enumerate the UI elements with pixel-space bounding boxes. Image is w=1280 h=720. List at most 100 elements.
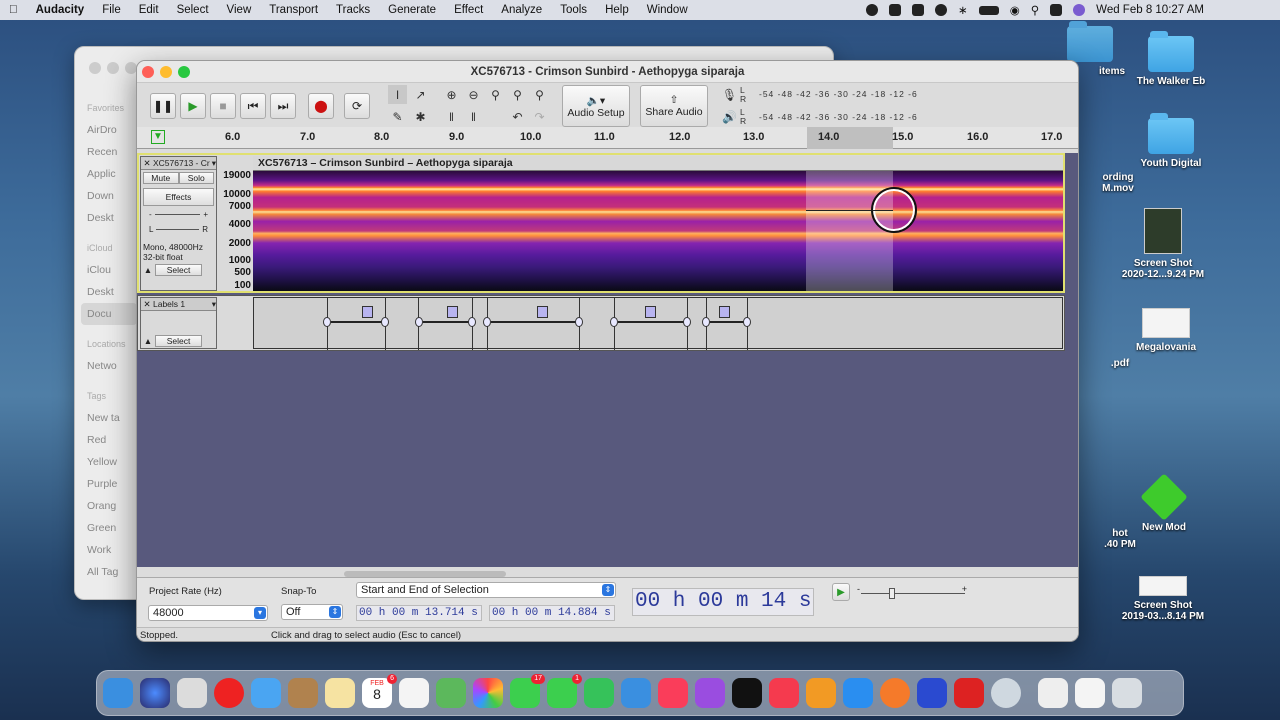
- timeline-ruler[interactable]: ▼ 6.0 7.0 8.0 9.0 10.0 11.0 12.0 13.0 14…: [137, 127, 1078, 149]
- photos-icon[interactable]: [473, 678, 503, 708]
- select-labels-button[interactable]: Select: [155, 335, 202, 347]
- tag-work[interactable]: Work: [87, 539, 137, 561]
- record-meter[interactable]: LR: [740, 86, 747, 104]
- desktop-new-mod[interactable]: New Mod: [1114, 473, 1214, 533]
- label-box[interactable]: [645, 306, 656, 318]
- minimize-button[interactable]: [160, 66, 172, 78]
- keynote-icon[interactable]: [621, 678, 651, 708]
- podcasts-icon[interactable]: [695, 678, 725, 708]
- menu-tracks[interactable]: Tracks: [327, 4, 379, 16]
- envelope-tool[interactable]: ↗: [411, 85, 430, 104]
- clip-title[interactable]: XC576713 – Crimson Sunbird – Aethopyga s…: [253, 156, 1063, 171]
- record-button[interactable]: ⬤: [308, 93, 334, 119]
- desktop-screenshot-2019[interactable]: Screen Shot 2019-03...8.14 PM: [1113, 576, 1213, 622]
- menu-clock[interactable]: Wed Feb 8 10:27 AM: [1096, 4, 1204, 16]
- audio-position-time[interactable]: 00 h 00 m 14 s: [632, 588, 814, 616]
- sidebar-item-icloud-desktop[interactable]: Deskt: [87, 281, 137, 303]
- skip-start-button[interactable]: ⏮: [240, 93, 266, 119]
- play-at-speed-button[interactable]: ▶: [832, 583, 850, 601]
- solo-button[interactable]: Solo: [178, 172, 214, 184]
- cloud-icon[interactable]: [889, 4, 902, 16]
- collapse-icon[interactable]: ▲: [141, 265, 155, 275]
- selection-start-time[interactable]: 00 h 00 m 13.714 s: [356, 605, 482, 621]
- label-handle[interactable]: [323, 317, 331, 327]
- menu-edit[interactable]: Edit: [130, 4, 168, 16]
- label-box[interactable]: [537, 306, 548, 318]
- desktop-screenshot-2020[interactable]: Screen Shot 2020-12...9.24 PM: [1113, 208, 1213, 280]
- mail-icon[interactable]: [251, 678, 281, 708]
- track-name-menu[interactable]: XC576713 - Cr: [153, 158, 212, 168]
- zoom-in-button[interactable]: ⊕: [442, 85, 461, 104]
- quicktime-icon[interactable]: [991, 678, 1021, 708]
- label-box[interactable]: [362, 306, 373, 318]
- bluetooth-icon[interactable]: ∗: [958, 3, 968, 17]
- label-handle[interactable]: [381, 317, 389, 327]
- trash-icon[interactable]: [1112, 678, 1142, 708]
- battery-icon[interactable]: [978, 5, 999, 15]
- wifi-icon[interactable]: ◉: [1010, 3, 1020, 17]
- music-icon[interactable]: [658, 678, 688, 708]
- gain-slider[interactable]: - +: [149, 210, 208, 219]
- menu-app-name[interactable]: Audacity: [27, 4, 94, 16]
- sidebar-item-recents[interactable]: Recen: [87, 141, 137, 163]
- sidebar-item-icloud[interactable]: iClou: [87, 259, 137, 281]
- label-handle[interactable]: [743, 317, 751, 327]
- menu-view[interactable]: View: [218, 4, 261, 16]
- slider-thumb[interactable]: [889, 588, 895, 599]
- collapse-icon[interactable]: ▲: [141, 336, 155, 346]
- books-icon[interactable]: [806, 678, 836, 708]
- tag-orange[interactable]: Orang: [87, 495, 137, 517]
- effects-button[interactable]: Effects: [143, 188, 214, 206]
- calendar-icon[interactable]: FEB 8 6: [362, 674, 397, 708]
- loop-button[interactable]: ⟳: [344, 93, 370, 119]
- maps-icon[interactable]: [436, 678, 466, 708]
- apple-tv-icon[interactable]: [732, 678, 762, 708]
- close-track-icon[interactable]: ✕: [141, 158, 153, 169]
- contacts-icon[interactable]: [288, 678, 318, 708]
- close-button[interactable]: [142, 66, 154, 78]
- label-handle[interactable]: [483, 317, 491, 327]
- snap-to-select[interactable]: Off ⇕: [281, 604, 343, 620]
- multi-tool[interactable]: ✱: [411, 107, 430, 126]
- spectrogram[interactable]: [253, 171, 1063, 291]
- stop-button[interactable]: ■: [210, 93, 236, 119]
- selection-tool[interactable]: I: [388, 85, 407, 104]
- tag-purple[interactable]: Purple: [87, 473, 137, 495]
- close-track-icon[interactable]: ✕: [141, 299, 153, 310]
- selection-end-time[interactable]: 00 h 00 m 14.884 s: [489, 605, 615, 621]
- sidebar-item-applications[interactable]: Applic: [87, 163, 137, 185]
- app-store-icon[interactable]: [843, 678, 873, 708]
- finder-app-icon[interactable]: [103, 678, 133, 708]
- pause-button[interactable]: ❚❚: [150, 93, 176, 119]
- play-button[interactable]: ▶: [180, 93, 206, 119]
- menu-window[interactable]: Window: [638, 4, 697, 16]
- chevron-down-icon[interactable]: ▾: [212, 299, 216, 310]
- draw-tool[interactable]: ✎: [388, 107, 407, 126]
- menu-transport[interactable]: Transport: [260, 4, 327, 16]
- opera-icon[interactable]: [214, 678, 244, 708]
- photo-icon[interactable]: [912, 4, 925, 16]
- focus-moon-icon[interactable]: [935, 4, 948, 16]
- zoom-button[interactable]: [178, 66, 190, 78]
- sidebar-item-desktop[interactable]: Deskt: [87, 207, 137, 229]
- sidebar-item-airdrop[interactable]: AirDro: [87, 119, 137, 141]
- microphone-icon[interactable]: 🎙: [720, 85, 739, 104]
- desktop-megalovania[interactable]: Megalovania: [1116, 308, 1216, 353]
- downloads-stack-icon[interactable]: [1075, 678, 1105, 708]
- labels-area[interactable]: [253, 297, 1063, 350]
- selection-mode-select[interactable]: Start and End of Selection ⇕: [356, 582, 616, 598]
- messages-icon[interactable]: 17: [510, 674, 545, 708]
- numbers-icon[interactable]: [584, 678, 614, 708]
- recent-documents-icon[interactable]: [1038, 678, 1068, 708]
- label-track-name-menu[interactable]: Labels 1: [153, 299, 212, 309]
- playback-meter[interactable]: LR: [740, 108, 747, 126]
- silence-button[interactable]: ‖: [464, 107, 483, 126]
- apple-icon[interactable]: : [0, 4, 27, 16]
- label-handle[interactable]: [702, 317, 710, 327]
- label-handle[interactable]: [575, 317, 583, 327]
- label-box[interactable]: [719, 306, 730, 318]
- label-handle[interactable]: [683, 317, 691, 327]
- mute-button[interactable]: Mute: [143, 172, 179, 184]
- facetime-icon[interactable]: 1: [547, 674, 582, 708]
- search-icon[interactable]: ⚲: [1031, 3, 1039, 17]
